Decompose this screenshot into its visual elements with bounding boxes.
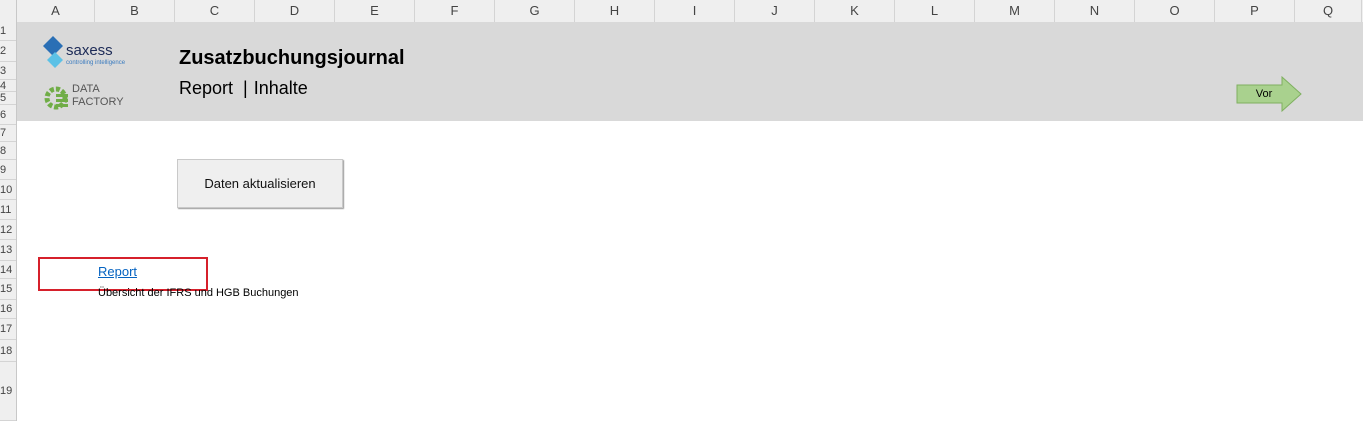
- row-header-15[interactable]: 15: [0, 279, 16, 300]
- column-header-d[interactable]: D: [255, 0, 335, 22]
- column-header-n[interactable]: N: [1055, 0, 1135, 22]
- row-header-19[interactable]: 19: [0, 362, 16, 421]
- column-header-f[interactable]: F: [415, 0, 495, 22]
- row-header-8[interactable]: 8: [0, 142, 16, 160]
- column-header-l[interactable]: L: [895, 0, 975, 22]
- refresh-data-button[interactable]: Daten aktualisieren: [177, 159, 343, 208]
- row-header-11[interactable]: 11: [0, 200, 16, 220]
- row-header-7[interactable]: 7: [0, 125, 16, 142]
- row-header-12[interactable]: 12: [0, 220, 16, 240]
- row-header-14[interactable]: 14: [0, 261, 16, 279]
- select-all-corner[interactable]: [0, 0, 17, 22]
- sub-navigation: Report | Inhalte: [179, 78, 308, 99]
- nav-report: Report: [179, 78, 234, 98]
- nav-inhalte: Inhalte: [253, 78, 308, 98]
- row-header-17[interactable]: 17: [0, 319, 16, 340]
- column-header-o[interactable]: O: [1135, 0, 1215, 22]
- column-header-c[interactable]: C: [175, 0, 255, 22]
- column-header-g[interactable]: G: [495, 0, 575, 22]
- row-header-1[interactable]: 1: [0, 22, 16, 41]
- row-header-bar: 1 2 3 4 5 6 7 8 9 10 11 12 13 14 15 16 17 18 19: [0, 22, 17, 421]
- row-header-2[interactable]: 2: [0, 41, 16, 62]
- report-link[interactable]: Report: [98, 264, 137, 279]
- row-header-13[interactable]: 13: [0, 240, 16, 261]
- row-header-5[interactable]: 5: [0, 92, 16, 105]
- vor-button[interactable]: Vor: [1236, 76, 1292, 112]
- data-factory-logo-text: DATA FACTORY: [72, 83, 124, 109]
- report-description: Übersicht der IFRS und HGB Buchungen: [98, 287, 299, 299]
- row-header-10[interactable]: 10: [0, 180, 16, 200]
- header-banner: [17, 22, 1363, 121]
- row-header-16[interactable]: 16: [0, 300, 16, 319]
- column-header-bar: ABCDEFGHIJKLMNOPQ: [0, 0, 1363, 23]
- column-header-b[interactable]: B: [95, 0, 175, 22]
- page-title: Zusatzbuchungsjournal: [179, 47, 405, 69]
- nav-separator: |: [243, 78, 248, 98]
- column-header-m[interactable]: M: [975, 0, 1055, 22]
- column-header-p[interactable]: P: [1215, 0, 1295, 22]
- saxess-logo-tagline: controlling intelligence: [66, 60, 126, 66]
- column-header-i[interactable]: I: [655, 0, 735, 22]
- column-header-j[interactable]: J: [735, 0, 815, 22]
- data-factory-line1: DATA: [72, 83, 100, 95]
- column-header-e[interactable]: E: [335, 0, 415, 22]
- row-header-6[interactable]: 6: [0, 105, 16, 125]
- row-header-3[interactable]: 3: [0, 62, 16, 80]
- data-factory-gear-icon: [44, 86, 68, 110]
- data-factory-line2: FACTORY: [72, 96, 124, 108]
- saxess-logo-text: saxess: [66, 42, 113, 59]
- row-header-9[interactable]: 9: [0, 160, 16, 180]
- row-header-18[interactable]: 18: [0, 340, 16, 362]
- column-header-h[interactable]: H: [575, 0, 655, 22]
- column-header-q[interactable]: Q: [1295, 0, 1362, 22]
- column-header-k[interactable]: K: [815, 0, 895, 22]
- row-header-4[interactable]: 4: [0, 80, 16, 92]
- column-header-a[interactable]: A: [17, 0, 95, 22]
